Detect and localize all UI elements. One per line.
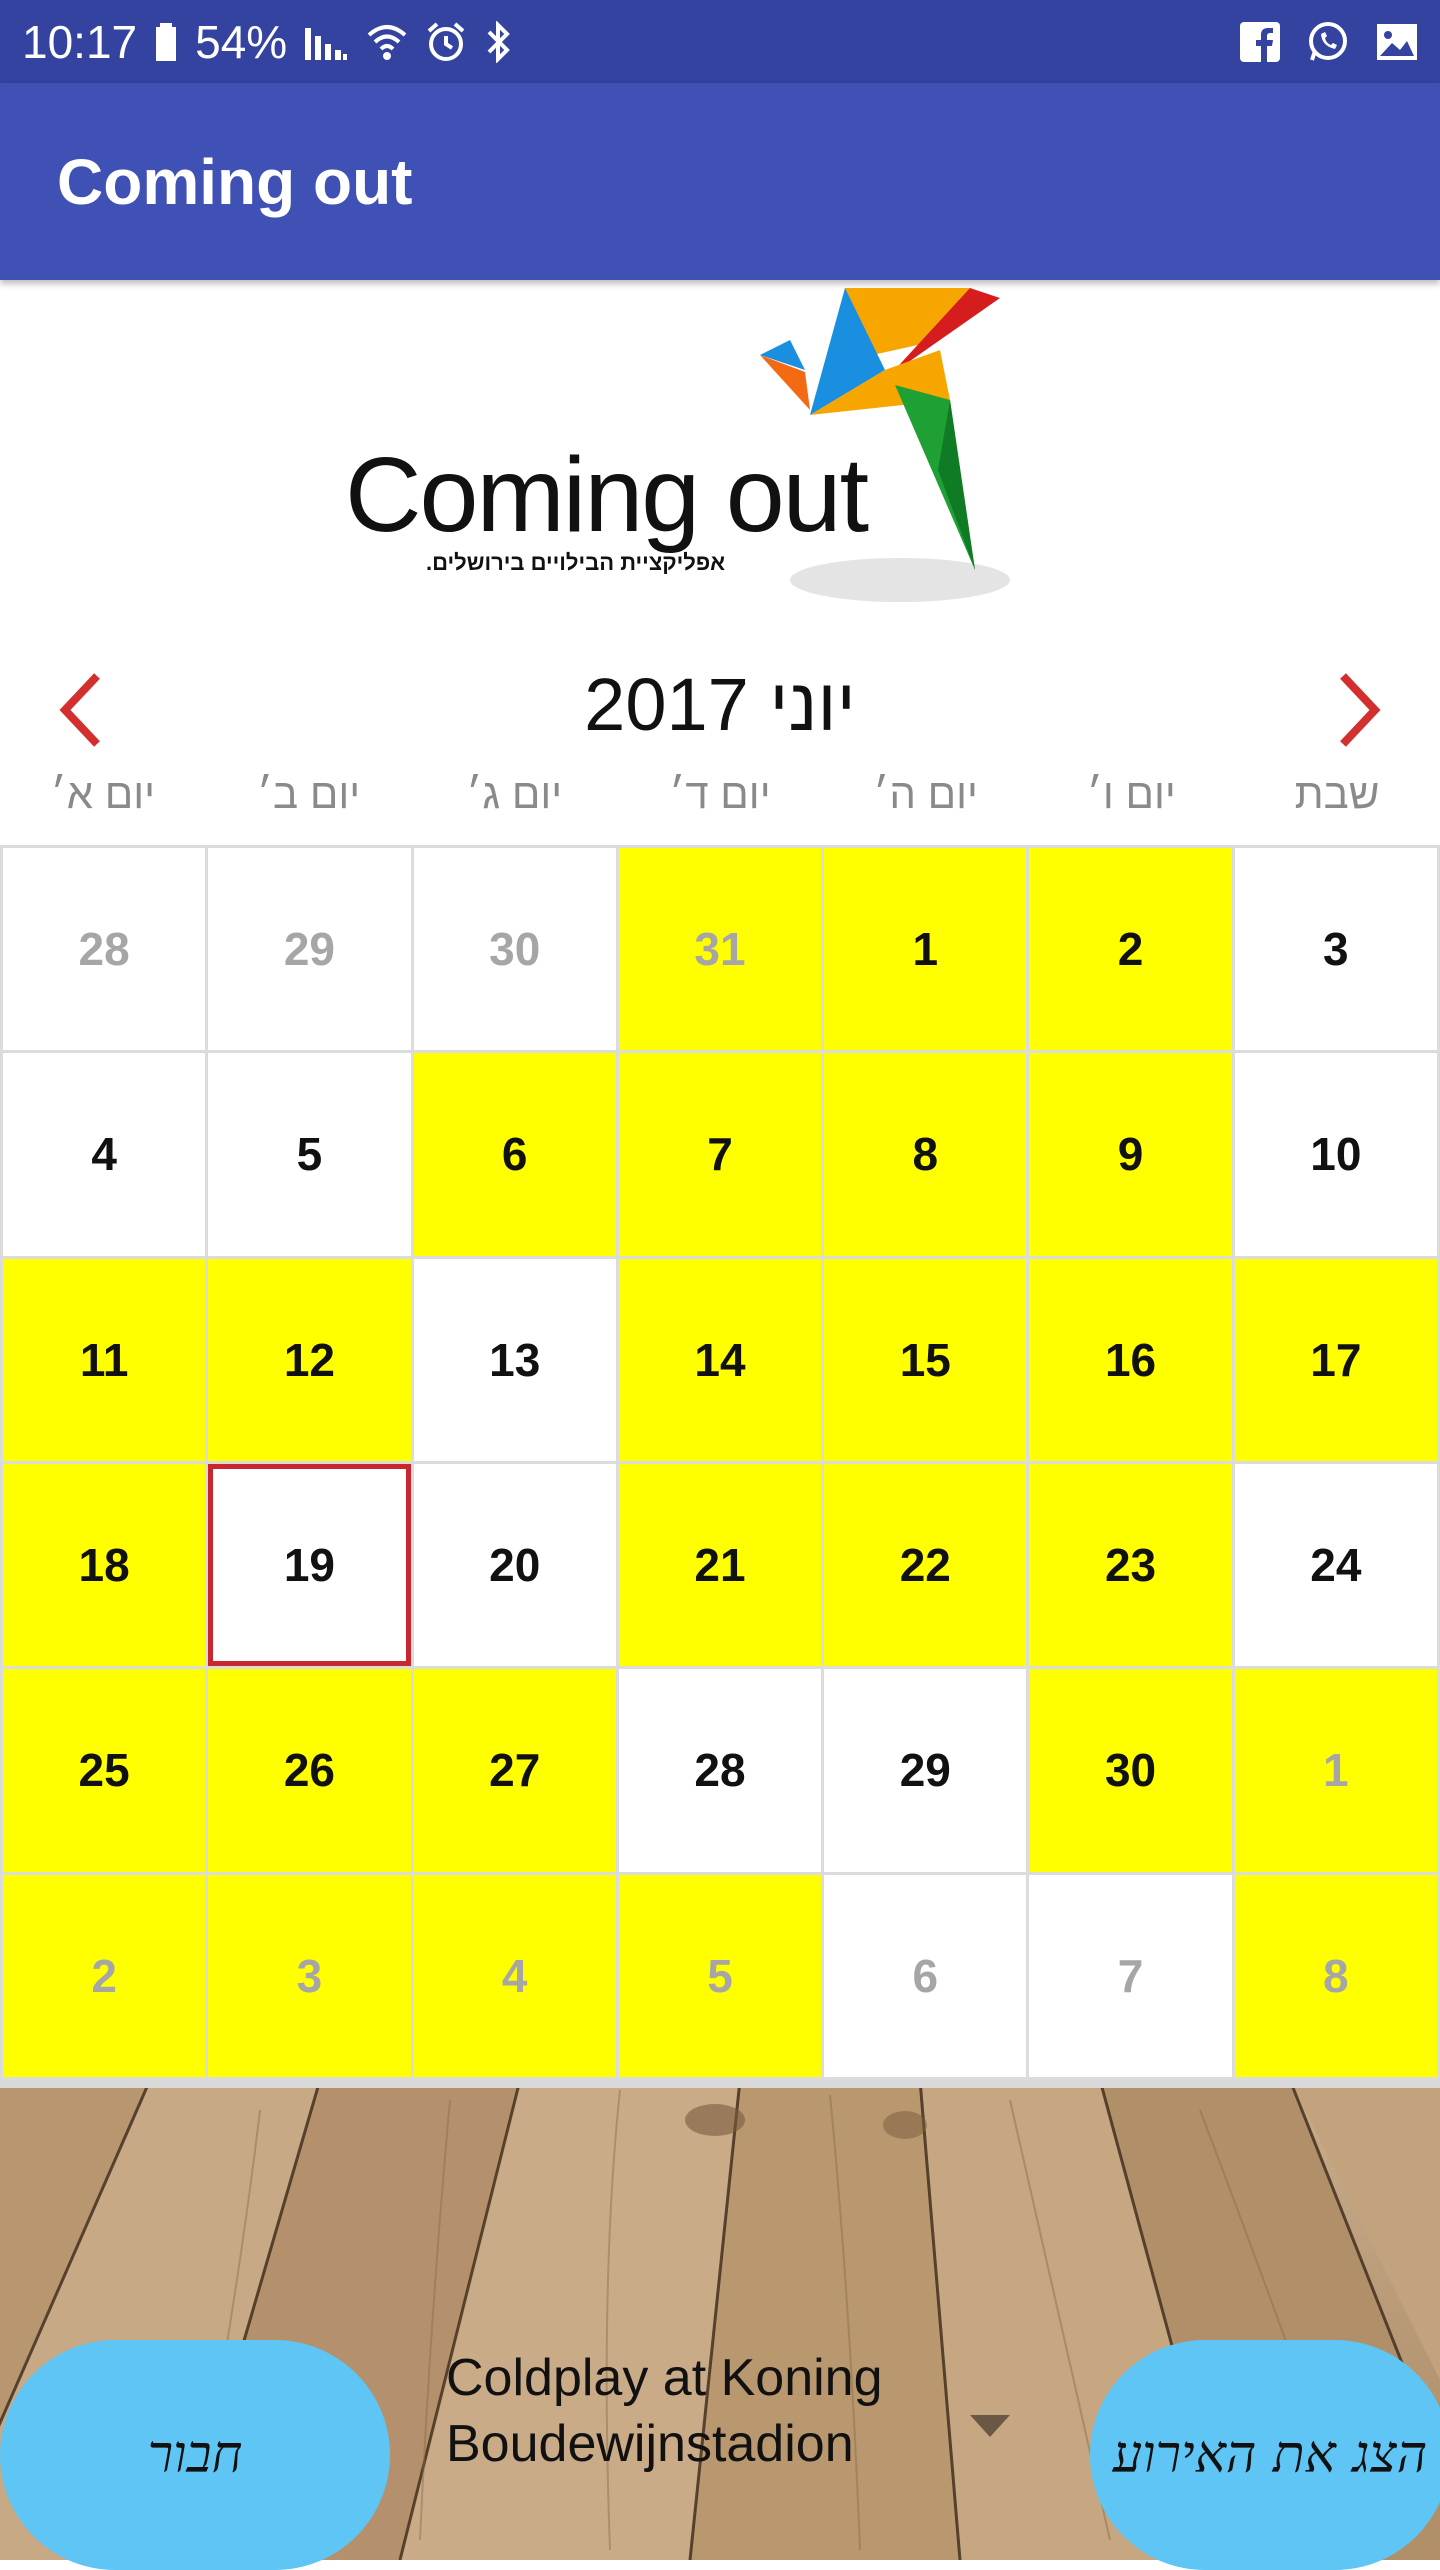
- calendar-day[interactable]: 26: [208, 1669, 411, 1872]
- calendar-day[interactable]: 12: [208, 1258, 411, 1461]
- calendar-day[interactable]: 7: [1029, 1874, 1232, 2077]
- calendar-day[interactable]: 5: [618, 1874, 822, 2077]
- calendar-day[interactable]: 11: [3, 1258, 206, 1461]
- weekday-label: שבת: [1294, 770, 1380, 817]
- calendar-day[interactable]: 28: [618, 1669, 822, 1872]
- calendar-day[interactable]: 3: [208, 1874, 411, 2077]
- next-month-button[interactable]: [1320, 660, 1400, 760]
- weekday-label: יום ד׳: [669, 770, 771, 817]
- image-icon: [1376, 23, 1418, 61]
- calendar-day[interactable]: 5: [208, 1053, 411, 1256]
- logo-subtitle: אפליקציית הבילויים בירושלים.: [426, 550, 726, 575]
- weekday-label: יום א׳: [50, 770, 156, 817]
- calendar-day[interactable]: 3: [1234, 848, 1437, 1051]
- wifi-icon: [367, 23, 407, 61]
- calendar-day[interactable]: 29: [208, 848, 411, 1051]
- signal-icon: [305, 24, 349, 60]
- calendar-day[interactable]: 21: [618, 1463, 822, 1667]
- calendar-day[interactable]: 7: [618, 1053, 822, 1256]
- calendar-day[interactable]: 16: [1029, 1258, 1232, 1461]
- event-dropdown-value: Coldplay at Koning Boudewijnstadion: [446, 2349, 883, 2473]
- dropdown-caret-icon: [970, 2415, 1010, 2437]
- coming-out-logo: Coming out אפליקציית הבילויים בירושלים.: [330, 280, 1130, 630]
- calendar-day[interactable]: 8: [824, 1053, 1027, 1256]
- divider: [0, 2080, 1440, 2088]
- battery-icon: [155, 22, 177, 61]
- weekday-label: יום ה׳: [873, 770, 978, 817]
- status-bar: 10:17 54%: [0, 0, 1440, 83]
- calendar-day[interactable]: 4: [413, 1874, 616, 2077]
- status-right: [1240, 20, 1418, 64]
- calendar-day[interactable]: 30: [413, 848, 616, 1051]
- calendar-day[interactable]: 24: [1234, 1463, 1437, 1667]
- calendar-day[interactable]: 30: [1029, 1669, 1232, 1872]
- connect-button[interactable]: חבור: [0, 2340, 390, 2570]
- calendar-day[interactable]: 22: [824, 1463, 1027, 1667]
- calendar-day[interactable]: 1: [1234, 1669, 1437, 1872]
- clock: 10:17: [22, 15, 138, 68]
- month-title: יוני 2017: [584, 663, 856, 746]
- calendar-day[interactable]: 31: [618, 848, 822, 1051]
- calendar-day-today[interactable]: 19: [208, 1463, 411, 1667]
- calendar-day[interactable]: 15: [824, 1258, 1027, 1461]
- facebook-icon: [1240, 21, 1280, 62]
- calendar-day[interactable]: 14: [618, 1258, 822, 1461]
- calendar-day[interactable]: 8: [1234, 1874, 1437, 2077]
- weekday-label: יום ג׳: [466, 770, 563, 817]
- weekday-row: יום א׳ יום ב׳ יום ג׳ יום ד׳ יום ה׳ יום ו…: [0, 770, 1440, 840]
- calendar-grid: 28 29 30 31 1 2 3 4 5 6 7 8 9 10 11 12 13 14 15 16 17 18 19 20 2…: [0, 845, 1440, 2080]
- battery-percent: 54%: [195, 15, 288, 68]
- calendar-day[interactable]: 23: [1029, 1463, 1232, 1667]
- app-title: Coming out: [57, 145, 413, 218]
- whatsapp-icon: [1306, 20, 1350, 64]
- event-dropdown[interactable]: Coldplay at Koning Boudewijnstadion: [440, 2345, 1040, 2560]
- calendar-day[interactable]: 10: [1234, 1053, 1437, 1256]
- calendar-day[interactable]: 2: [1029, 848, 1232, 1051]
- calendar-day[interactable]: 6: [824, 1874, 1027, 2077]
- month-header: יוני 2017: [0, 650, 1440, 770]
- calendar-day[interactable]: 20: [413, 1463, 616, 1667]
- calendar-day[interactable]: 28: [3, 848, 206, 1051]
- calendar-day[interactable]: 18: [3, 1463, 206, 1667]
- weekday-label: יום ב׳: [256, 770, 361, 817]
- alarm-icon: [425, 21, 467, 63]
- calendar-day[interactable]: 2: [3, 1874, 206, 2077]
- calendar-day[interactable]: 17: [1234, 1258, 1437, 1461]
- show-event-button[interactable]: הצג את האירוע: [1090, 2340, 1440, 2570]
- calendar-day[interactable]: 9: [1029, 1053, 1232, 1256]
- app-bar: Coming out: [0, 83, 1440, 280]
- logo-text: Coming out: [345, 436, 869, 554]
- calendar-day[interactable]: 13: [413, 1258, 616, 1461]
- calendar-day[interactable]: 4: [3, 1053, 206, 1256]
- chevron-right-icon: [1340, 673, 1381, 747]
- calendar-day[interactable]: 25: [3, 1669, 206, 1872]
- calendar-day[interactable]: 6: [413, 1053, 616, 1256]
- calendar-day[interactable]: 27: [413, 1669, 616, 1872]
- bluetooth-icon: [485, 20, 511, 63]
- calendar-day[interactable]: 1: [824, 848, 1027, 1051]
- weekday-label: יום ו׳: [1086, 770, 1176, 817]
- status-left: 10:17 54%: [22, 15, 511, 69]
- calendar-day[interactable]: 29: [824, 1669, 1027, 1872]
